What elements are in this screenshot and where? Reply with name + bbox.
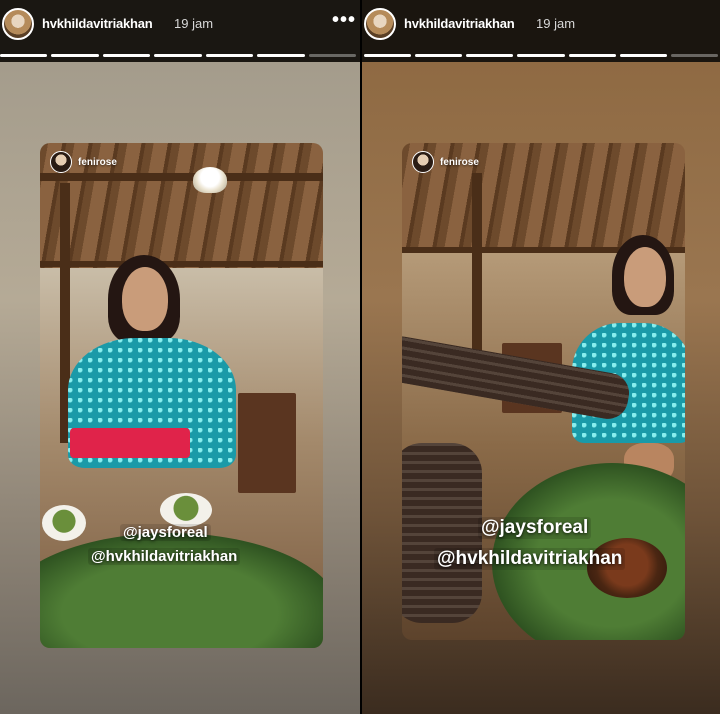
profile-avatar[interactable] — [364, 8, 396, 40]
progress-segment — [154, 54, 202, 57]
profile-avatar[interactable] — [2, 8, 34, 40]
progress-segment — [102, 54, 151, 57]
more-horizontal-icon[interactable]: ••• — [332, 10, 356, 30]
chair — [238, 393, 296, 493]
mention-tag[interactable]: @hvkhildavitriakhan — [434, 548, 626, 570]
progress-segment — [0, 54, 48, 57]
roof-beam — [40, 261, 323, 267]
red-sash — [70, 428, 190, 458]
mention-tag[interactable]: @hvkhildavitriakhan — [88, 548, 241, 565]
story-timestamp: 19 jam — [536, 16, 576, 31]
progress-segment — [415, 54, 463, 57]
progress-segment — [517, 54, 565, 57]
story-panel-left[interactable]: hvkhildavitriakhan 19 jam ••• fenirose @… — [0, 0, 360, 714]
story-header: hvkhildavitriakhan 19 jam ••• — [0, 6, 360, 46]
face — [624, 247, 666, 307]
mention-tag[interactable]: @jaysforeal — [478, 517, 592, 539]
repost-user-tag[interactable]: fenirose — [50, 151, 117, 173]
story-progress-bar — [0, 54, 356, 57]
story-progress-bar — [364, 54, 718, 57]
repost-avatar — [50, 151, 72, 173]
story-timestamp: 19 jam — [174, 16, 214, 31]
progress-segment — [308, 54, 356, 57]
repost-avatar — [412, 151, 434, 173]
progress-segment — [670, 54, 718, 57]
progress-segment — [364, 54, 412, 57]
roof-beam — [40, 173, 323, 181]
progress-segment — [51, 54, 99, 57]
progress-segment — [568, 54, 616, 57]
progress-segment — [466, 54, 514, 57]
story-header: hvkhildavitriakhan 19 jam ••• — [362, 6, 720, 46]
repost-username: fenirose — [440, 156, 479, 168]
reposted-story-card[interactable]: fenirose — [40, 143, 323, 648]
wooden-pillar — [472, 173, 482, 373]
face — [122, 267, 168, 331]
repost-username: fenirose — [78, 156, 117, 168]
hanging-lamp — [193, 167, 227, 193]
dish-bowl — [160, 493, 212, 527]
story-username[interactable]: hvkhildavitriakhan — [42, 16, 153, 31]
story-panel-right[interactable]: hvkhildavitriakhan 19 jam ••• fenirose — [362, 0, 720, 714]
progress-segment — [205, 54, 254, 57]
person-foreground — [402, 443, 482, 623]
repost-user-tag[interactable]: fenirose — [412, 151, 479, 173]
progress-segment — [619, 54, 667, 57]
story-username[interactable]: hvkhildavitriakhan — [404, 16, 515, 31]
mention-tag[interactable]: @jaysforeal — [120, 524, 211, 541]
sambal-bowl — [42, 505, 86, 541]
progress-segment — [257, 54, 305, 57]
